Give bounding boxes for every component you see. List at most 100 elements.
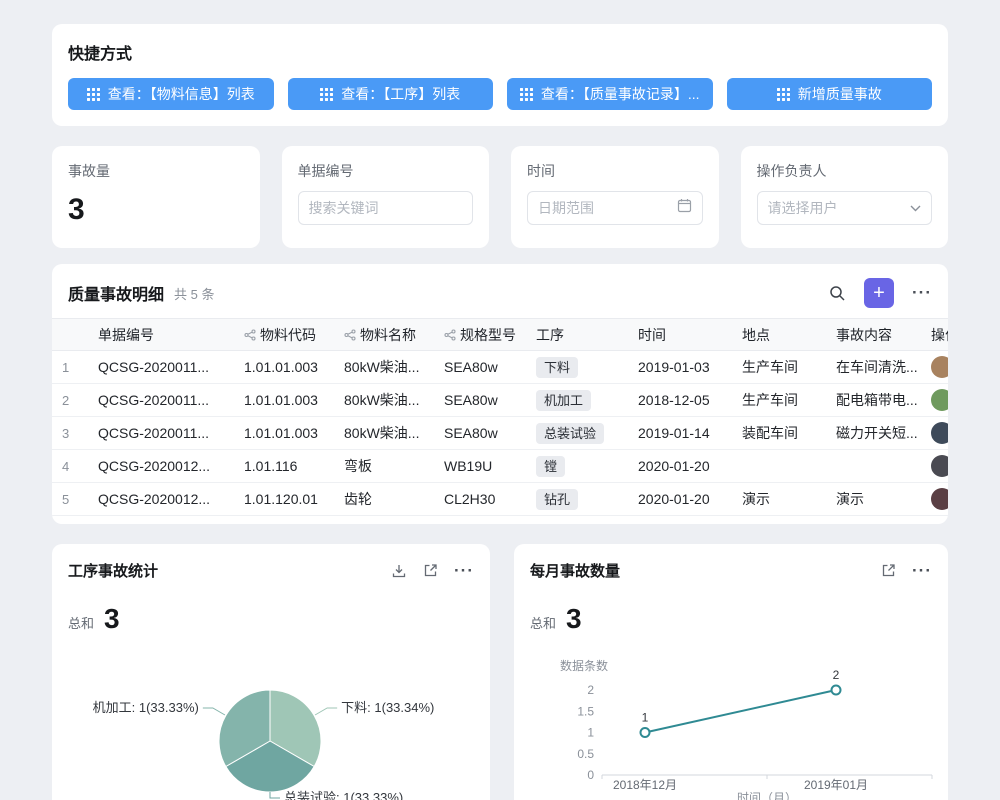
view-material-list-button[interactable]: 查看：【物料信息】列表 xyxy=(68,78,274,110)
time-filter-card: 时间 日期范围 xyxy=(511,146,719,248)
svg-text:时间（月）: 时间（月） xyxy=(737,791,797,800)
cell-material-code: 1.01.01.003 xyxy=(234,351,334,384)
svg-text:数据条数: 数据条数 xyxy=(560,658,608,673)
cell-material-code: 1.01.116 xyxy=(234,450,334,483)
chart-actions: ··· xyxy=(881,561,932,581)
lookup-field-icon xyxy=(344,328,356,344)
cell-operator xyxy=(921,417,948,450)
shortcuts-button-row: 查看：【物料信息】列表 查看：【工序】列表 查看：【质量事故记录】... 新增质… xyxy=(68,78,932,110)
column-index xyxy=(52,319,88,351)
doc-number-filter-card: 单据编号 xyxy=(282,146,490,248)
cell-material-name: 齿轮 xyxy=(334,483,434,516)
cell-content: 磁力开关短... xyxy=(826,417,921,450)
cell-time: 2019-01-03 xyxy=(628,351,732,384)
column-material-code[interactable]: 物料代码 xyxy=(234,319,334,351)
column-location[interactable]: 地点 xyxy=(732,319,826,351)
grid-icon xyxy=(320,88,333,101)
column-spec-model[interactable]: 规格型号 xyxy=(434,319,526,351)
cell-material-name: 80kW柴油... xyxy=(334,351,434,384)
table-row[interactable]: 5 QCSG-2020012... 1.01.120.01 齿轮 CL2H30 … xyxy=(52,483,948,516)
cell-content xyxy=(826,450,921,483)
process-tag: 机加工 xyxy=(536,390,591,411)
column-material-name[interactable]: 物料名称 xyxy=(334,319,434,351)
monthly-line-chart: 数据条数00.511.5212018年12月22019年01月时间（月） xyxy=(514,644,948,800)
record-count: 共 5 条 xyxy=(174,284,214,303)
column-process[interactable]: 工序 xyxy=(526,319,628,351)
view-process-list-button[interactable]: 查看：【工序】列表 xyxy=(288,78,494,110)
add-quality-accident-button[interactable]: 新增质量事故 xyxy=(727,78,933,110)
column-operator[interactable]: 操作负责人 xyxy=(921,319,948,351)
table-actions: + ··· xyxy=(829,278,932,308)
cell-content: 演示 xyxy=(826,483,921,516)
cell-location: 演示 xyxy=(732,483,826,516)
cell-doc-number: QCSG-2020011... xyxy=(88,351,234,384)
avatar xyxy=(931,389,948,411)
export-image-icon[interactable] xyxy=(391,563,407,579)
column-label: 规格型号 xyxy=(460,327,516,343)
add-record-button[interactable]: + xyxy=(864,278,894,308)
column-label: 物料代码 xyxy=(260,327,316,343)
cell-operator xyxy=(921,483,948,516)
pie-total-row: 总和 3 xyxy=(68,603,474,635)
open-fullscreen-icon[interactable] xyxy=(423,563,438,578)
avatar xyxy=(931,455,948,477)
table-row[interactable]: 4 QCSG-2020012... 1.01.116 弯板 WB19U 镗 20… xyxy=(52,450,948,483)
button-label: 查看：【物料信息】列表 xyxy=(108,84,255,104)
plus-icon: + xyxy=(873,279,885,307)
process-stats-card: 工序事故统计 ··· 总和 3 下料: 1(33.34%)总装试验: 1(33.… xyxy=(52,544,490,800)
svg-text:0: 0 xyxy=(587,768,594,782)
cell-operator xyxy=(921,450,948,483)
grid-icon xyxy=(87,88,100,101)
cell-operator xyxy=(921,351,948,384)
row-index: 3 xyxy=(52,417,88,450)
process-pie-chart: 下料: 1(33.34%)总装试验: 1(33.33%)机加工: 1(33.33… xyxy=(52,632,490,800)
date-range-picker[interactable]: 日期范围 xyxy=(527,191,703,225)
svg-text:1: 1 xyxy=(642,711,649,725)
table-row[interactable]: 1 QCSG-2020011... 1.01.01.003 80kW柴油... … xyxy=(52,351,948,384)
cell-content: 在车间清洗... xyxy=(826,351,921,384)
cell-material-code: 1.01.120.01 xyxy=(234,483,334,516)
lookup-field-icon xyxy=(244,328,256,344)
quality-accident-table: 单据编号 物料代码 物料名称 规格型号 工序 时间 地点 事故内容 操作负责人 … xyxy=(52,318,948,516)
chart-title: 工序事故统计 xyxy=(68,560,158,581)
chart-title: 每月事故数量 xyxy=(530,560,620,581)
search-icon[interactable] xyxy=(829,285,846,302)
column-content[interactable]: 事故内容 xyxy=(826,319,921,351)
total-label: 总和 xyxy=(68,613,94,632)
svg-text:2: 2 xyxy=(587,683,594,697)
doc-number-search-input[interactable] xyxy=(309,200,463,216)
column-time[interactable]: 时间 xyxy=(628,319,732,351)
table-row[interactable]: 2 QCSG-2020011... 1.01.01.003 80kW柴油... … xyxy=(52,384,948,417)
column-doc-number[interactable]: 单据编号 xyxy=(88,319,234,351)
cell-material-name: 80kW柴油... xyxy=(334,384,434,417)
table-title: 质量事故明细 xyxy=(68,281,164,305)
grid-icon xyxy=(777,88,790,101)
row-index: 2 xyxy=(52,384,88,417)
svg-text:1: 1 xyxy=(587,726,594,740)
button-label: 查看：【质量事故记录】... xyxy=(541,84,700,104)
avatar xyxy=(931,422,948,444)
monthly-count-card: 每月事故数量 ··· 总和 3 数据条数00.511.5212018年12月22… xyxy=(514,544,948,800)
open-fullscreen-icon[interactable] xyxy=(881,563,896,578)
row-index: 4 xyxy=(52,450,88,483)
shortcuts-title: 快捷方式 xyxy=(68,40,932,64)
chevron-down-icon xyxy=(910,199,921,217)
more-options-icon[interactable]: ··· xyxy=(454,561,474,581)
table-row[interactable]: 3 QCSG-2020011... 1.01.01.003 80kW柴油... … xyxy=(52,417,948,450)
cell-location: 生产车间 xyxy=(732,384,826,417)
total-label: 总和 xyxy=(530,613,556,632)
view-quality-records-button[interactable]: 查看：【质量事故记录】... xyxy=(507,78,713,110)
process-tag: 下料 xyxy=(536,357,578,378)
chart-header: 工序事故统计 ··· xyxy=(68,560,474,581)
svg-text:0.5: 0.5 xyxy=(577,747,594,761)
cell-process: 下料 xyxy=(526,351,628,384)
lookup-field-icon xyxy=(444,328,456,344)
date-range-placeholder: 日期范围 xyxy=(538,198,669,218)
cell-location: 装配车间 xyxy=(732,417,826,450)
accident-count-card: 事故量 3 xyxy=(52,146,260,248)
more-options-icon[interactable]: ··· xyxy=(912,561,932,581)
operator-select[interactable]: 请选择用户 xyxy=(757,191,933,225)
cell-time: 2018-12-05 xyxy=(628,384,732,417)
process-tag: 镗 xyxy=(536,456,565,477)
more-options-icon[interactable]: ··· xyxy=(912,283,932,303)
